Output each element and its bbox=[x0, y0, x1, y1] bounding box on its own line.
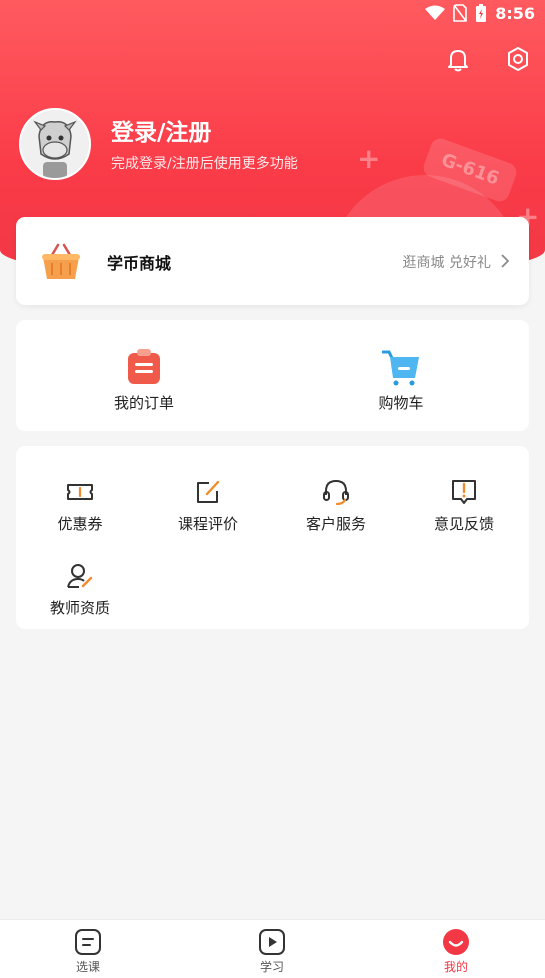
tab-study-label: 学习 bbox=[259, 960, 284, 974]
bell-icon bbox=[448, 50, 468, 72]
battery-icon bbox=[476, 4, 487, 22]
coin-mall-card[interactable]: 学币商城 逛商城 兑好礼 bbox=[16, 217, 529, 305]
my-orders-button[interactable]: 我的订单 bbox=[84, 348, 204, 413]
teacher-qualification-button[interactable]: 教师资质 bbox=[25, 561, 135, 618]
course-review-label: 课程评价 bbox=[177, 515, 238, 533]
coin-mall-title: 学币商城 bbox=[107, 254, 172, 273]
edit-icon bbox=[197, 480, 220, 503]
play-icon bbox=[259, 929, 285, 955]
mascot-avatar-icon bbox=[21, 110, 89, 178]
feedback-button[interactable]: 意见反馈 bbox=[409, 477, 519, 534]
my-orders-label: 我的订单 bbox=[113, 394, 174, 412]
wifi-icon bbox=[425, 5, 446, 20]
feedback-label: 意见反馈 bbox=[433, 515, 494, 533]
cart-button[interactable]: 购物车 bbox=[341, 348, 461, 413]
shopping-basket-icon bbox=[42, 243, 80, 279]
course-review-button[interactable]: 课程评价 bbox=[153, 477, 263, 534]
customer-service-label: 客户服务 bbox=[305, 515, 366, 533]
clock: 8:56 bbox=[495, 3, 535, 23]
notification-button[interactable] bbox=[443, 44, 473, 74]
login-link[interactable]: 登录/注册 bbox=[111, 113, 211, 147]
coupon-label: 优惠券 bbox=[57, 515, 103, 533]
teacher-icon bbox=[67, 564, 93, 588]
cart-icon bbox=[382, 350, 419, 386]
coupon-button[interactable]: 优惠券 bbox=[25, 477, 135, 534]
headset-icon bbox=[323, 479, 349, 506]
course-icon bbox=[75, 929, 101, 955]
login-subtitle: 完成登录/注册后使用更多功能 bbox=[111, 156, 298, 172]
bottom-tab-bar: 选课 学习 我的 bbox=[0, 919, 545, 978]
gear-icon bbox=[508, 47, 528, 71]
feedback-icon bbox=[452, 480, 476, 504]
decorative-plus: + bbox=[357, 142, 381, 175]
settings-button[interactable] bbox=[503, 44, 533, 74]
orders-card: 我的订单 购物车 bbox=[16, 320, 529, 431]
ticket-icon bbox=[67, 484, 93, 500]
chevron-right-icon bbox=[501, 254, 510, 268]
tab-mine[interactable]: 我的 bbox=[406, 928, 506, 975]
no-sim-icon bbox=[453, 4, 468, 22]
clipboard-icon bbox=[128, 349, 160, 384]
teacher-qualification-label: 教师资质 bbox=[49, 599, 110, 617]
tab-mine-label: 我的 bbox=[443, 960, 468, 974]
tab-study[interactable]: 学习 bbox=[222, 928, 322, 975]
coin-mall-link[interactable]: 逛商城 兑好礼 bbox=[403, 252, 491, 272]
tab-course-select[interactable]: 选课 bbox=[38, 928, 138, 975]
avatar[interactable] bbox=[19, 108, 91, 180]
status-bar: 8:56 bbox=[425, 0, 535, 26]
customer-service-button[interactable]: 客户服务 bbox=[281, 477, 391, 534]
services-card: 优惠券 课程评价 客户服务 意见反馈 教师资质 bbox=[16, 446, 529, 629]
profile-icon bbox=[443, 929, 469, 955]
tab-course-select-label: 选课 bbox=[75, 960, 100, 974]
cart-label: 购物车 bbox=[378, 394, 424, 412]
